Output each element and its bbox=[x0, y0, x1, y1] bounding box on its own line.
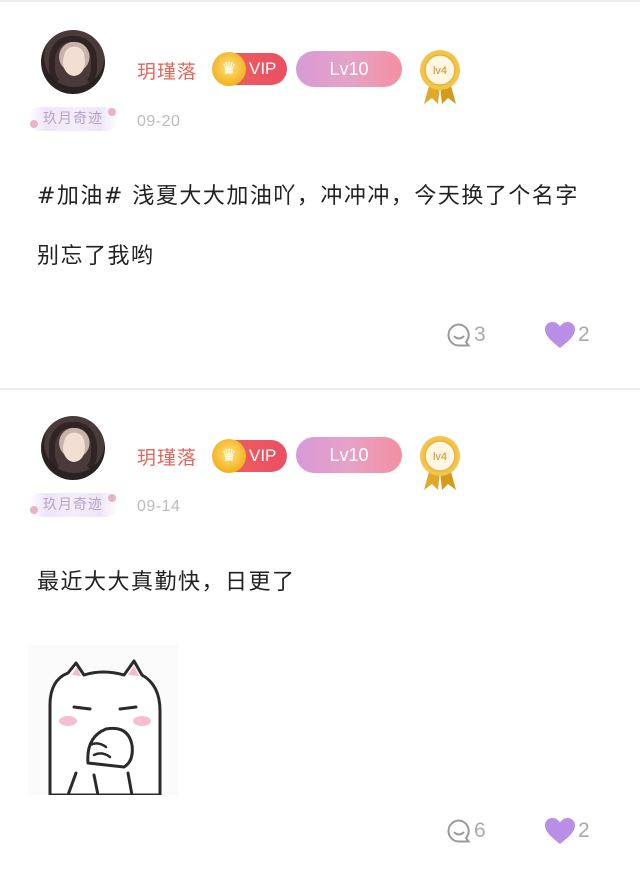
vip-badge: ♛ VIP bbox=[212, 52, 287, 86]
post-card: 玖月奇迹 玥瑾落 ♛ VIP Lv10 lv4 09-14 最近大大真勤快，日更… bbox=[0, 390, 640, 887]
post-date: 09-20 bbox=[137, 113, 181, 130]
like-count: 2 bbox=[578, 819, 590, 842]
comment-bubble-icon bbox=[447, 819, 471, 843]
avatar-face bbox=[63, 48, 85, 76]
post-date: 09-14 bbox=[137, 498, 181, 515]
avatar[interactable] bbox=[41, 416, 105, 480]
vip-label: VIP bbox=[249, 59, 277, 78]
medal-icon: lv4 bbox=[420, 50, 460, 104]
heart-icon bbox=[545, 818, 575, 844]
medal-icon: lv4 bbox=[420, 436, 460, 490]
avatar-face bbox=[63, 434, 85, 462]
comment-button[interactable]: 6 bbox=[446, 816, 486, 846]
comment-button[interactable]: 3 bbox=[446, 320, 486, 350]
comment-count: 6 bbox=[474, 819, 486, 842]
level-badge: Lv10 bbox=[296, 437, 402, 473]
avatar-frame-badge: 玖月奇迹 bbox=[28, 493, 118, 517]
level-badge: Lv10 bbox=[296, 51, 402, 87]
avatar-frame-text: 玖月奇迹 bbox=[43, 111, 103, 127]
vip-label: VIP bbox=[249, 446, 277, 465]
post-card: 玖月奇迹 玥瑾落 ♛ VIP Lv10 lv4 09-20 #加油# 浅夏大大加… bbox=[0, 0, 640, 388]
username[interactable]: 玥瑾落 bbox=[137, 57, 197, 84]
vip-badge: ♛ VIP bbox=[212, 439, 287, 473]
flower-decoration bbox=[108, 108, 116, 116]
cat-sticker-image[interactable] bbox=[28, 645, 178, 795]
avatar-frame-text: 玖月奇迹 bbox=[43, 497, 103, 513]
avatar[interactable] bbox=[41, 30, 105, 94]
heart-icon bbox=[545, 322, 575, 348]
flower-decoration bbox=[30, 506, 38, 514]
like-button[interactable]: 2 bbox=[544, 320, 590, 350]
username[interactable]: 玥瑾落 bbox=[137, 443, 197, 470]
avatar-frame-badge: 玖月奇迹 bbox=[28, 107, 118, 131]
flower-decoration bbox=[30, 120, 38, 128]
post-content-line: #加油# 浅夏大大加油吖，冲冲冲，今天换了个名字 bbox=[37, 184, 579, 209]
medal-text: lv4 bbox=[433, 65, 447, 77]
medal-text: lv4 bbox=[433, 451, 447, 463]
crown-icon: ♛ bbox=[212, 52, 246, 86]
post-content-line: 别忘了我哟 bbox=[37, 244, 155, 269]
like-button[interactable]: 2 bbox=[544, 816, 590, 846]
flower-decoration bbox=[108, 494, 116, 502]
crown-icon: ♛ bbox=[212, 439, 246, 473]
post-content-line: 最近大大真勤快，日更了 bbox=[37, 570, 296, 595]
like-count: 2 bbox=[578, 323, 590, 346]
comment-count: 3 bbox=[474, 323, 486, 346]
comment-bubble-icon bbox=[447, 323, 471, 347]
